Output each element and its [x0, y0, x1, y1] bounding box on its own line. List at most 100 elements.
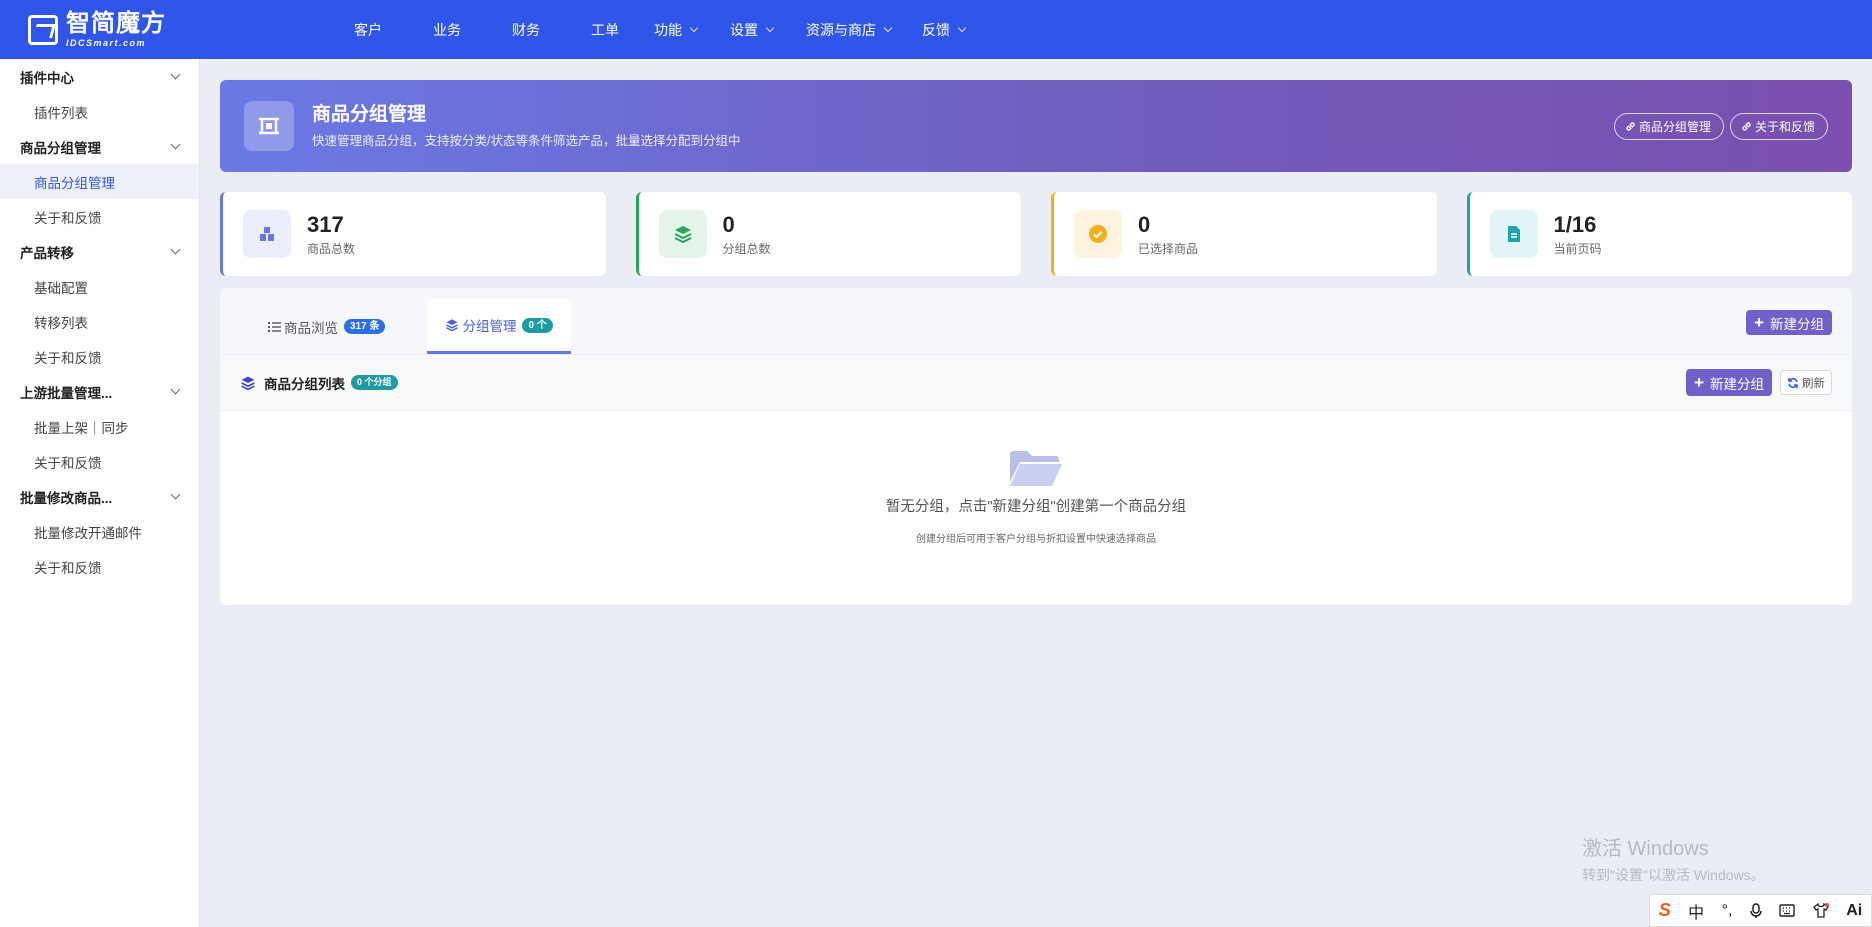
- chevron-down-icon: [170, 384, 181, 395]
- sidebar-item-basic-config[interactable]: 基础配置: [0, 269, 199, 304]
- nav-resources-store[interactable]: 资源与商店: [806, 0, 893, 59]
- nav-label: 资源与商店: [806, 21, 876, 38]
- crop-frame-icon: [244, 101, 294, 151]
- ime-language-toggle[interactable]: 中: [1688, 899, 1704, 923]
- stat-card-total-groups: 0 分组总数: [635, 192, 1021, 276]
- watermark-subtitle: 转到"设置"以激活 Windows。: [1582, 867, 1765, 883]
- nav-customers[interactable]: 客户: [354, 0, 382, 59]
- stat-card-selected-products: 0 已选择商品: [1051, 192, 1437, 276]
- tab-product-browse[interactable]: 商品浏览 317 条: [250, 299, 403, 354]
- microphone-icon[interactable]: [1750, 902, 1762, 919]
- logo-title: 智简魔方: [66, 9, 166, 37]
- sidebar-item-about-feedback[interactable]: 关于和反馈: [0, 199, 199, 234]
- empty-state: 暂无分组，点击"新建分组"创建第一个商品分组 创建分组后可用于客户分组与折扣设置…: [220, 448, 1852, 545]
- sidebar-item-label: 批量上架｜同步: [34, 420, 129, 436]
- tab-group-manage[interactable]: 分组管理 0 个: [427, 299, 571, 354]
- plus-icon: +: [1754, 313, 1764, 332]
- about-feedback-link[interactable]: 关于和反馈: [1729, 113, 1828, 140]
- layers-icon: [446, 319, 459, 332]
- sidebar-group-upstream-batch[interactable]: 上游批量管理...: [0, 374, 199, 409]
- group-count-badge: 0 个分组: [351, 375, 398, 390]
- logo-mark-icon: [28, 14, 58, 45]
- main-content: 商品分组管理 快速管理商品分组，支持按分类/状态等条件筛选产品，批量选择分配到分…: [220, 80, 1852, 605]
- logo-subtitle: IDCSmart.com: [66, 37, 147, 48]
- sidebar-item-transfer-list[interactable]: 转移列表: [0, 304, 199, 339]
- group-list-header: 商品分组列表 0 个分组 + 新建分组 刷新: [220, 355, 1852, 411]
- list-icon: [268, 321, 281, 332]
- button-label: 新建分组: [1710, 376, 1764, 392]
- product-group-manage-link[interactable]: 商品分组管理: [1613, 113, 1724, 140]
- sidebar-item-label: 基础配置: [34, 280, 88, 296]
- sidebar-group-label: 插件中心: [20, 70, 74, 86]
- chevron-down-icon: [170, 244, 181, 255]
- tab-label: 分组管理: [462, 319, 517, 334]
- nav-finance[interactable]: 财务: [512, 0, 540, 59]
- refresh-icon: [1788, 377, 1798, 388]
- nav-label: 客户: [354, 21, 382, 38]
- sidebar-item-label: 关于和反馈: [34, 210, 102, 226]
- document-icon: [1489, 210, 1538, 258]
- nav-label: 工单: [591, 21, 619, 38]
- new-group-button[interactable]: + 新建分组: [1746, 310, 1832, 335]
- sidebar-item-label: 转移列表: [34, 315, 88, 331]
- page-header-banner: 商品分组管理 快速管理商品分组，支持按分类/状态等条件筛选产品，批量选择分配到分…: [220, 80, 1852, 172]
- stat-value: 0: [722, 211, 735, 237]
- link-label: 关于和反馈: [1754, 120, 1815, 134]
- sidebar-item-product-group-manage[interactable]: 商品分组管理: [0, 164, 199, 199]
- sidebar-item-label: 关于和反馈: [34, 455, 102, 471]
- content-panel: 商品浏览 317 条 分组管理 0 个 + 新建分组 商品分组列表 0 个分组 +…: [220, 288, 1852, 605]
- refresh-button[interactable]: 刷新: [1780, 370, 1832, 395]
- stat-card-total-products: 317 商品总数: [220, 192, 606, 276]
- sidebar-item-about-feedback[interactable]: 关于和反馈: [0, 339, 199, 374]
- sidebar-group-label: 批量修改商品...: [20, 490, 113, 506]
- sidebar-item-plugin-list[interactable]: 插件列表: [0, 94, 199, 129]
- layers-icon: [658, 210, 707, 258]
- keyboard-icon[interactable]: [1779, 904, 1796, 917]
- stat-label: 已选择商品: [1138, 241, 1199, 256]
- sidebar-group-label: 上游批量管理...: [20, 385, 113, 401]
- sidebar-item-about-feedback[interactable]: 关于和反馈: [0, 444, 199, 479]
- box-icon: [243, 210, 291, 258]
- sidebar-item-batch-list-sync[interactable]: 批量上架｜同步: [0, 409, 199, 444]
- sidebar-group-label: 商品分组管理: [20, 140, 101, 156]
- logo[interactable]: 智简魔方 IDCSmart.com: [28, 0, 328, 59]
- button-label: 刷新: [1802, 377, 1825, 390]
- nav-tickets[interactable]: 工单: [591, 0, 619, 59]
- chevron-down-icon: [957, 23, 967, 32]
- sidebar-item-about-feedback[interactable]: 关于和反馈: [0, 549, 199, 584]
- sidebar-group-batch-modify[interactable]: 批量修改商品...: [0, 479, 199, 514]
- empty-hint: 创建分组后可用于客户分组与折扣设置中快速选择商品: [916, 534, 1156, 545]
- nav-settings[interactable]: 设置: [730, 0, 775, 59]
- link-icon: [1742, 122, 1751, 131]
- sidebar-group-product-groups[interactable]: 商品分组管理: [0, 129, 199, 164]
- nav-feedback[interactable]: 反馈: [922, 0, 967, 59]
- folder-open-icon: [1010, 451, 1062, 486]
- new-group-button-secondary[interactable]: + 新建分组: [1686, 369, 1772, 396]
- sidebar-item-label: 关于和反馈: [34, 350, 102, 366]
- nav-label: 功能: [654, 21, 682, 38]
- ai-assistant-icon[interactable]: Ai: [1846, 902, 1862, 920]
- chevron-down-icon: [765, 23, 775, 32]
- sidebar-group-product-transfer[interactable]: 产品转移: [0, 234, 199, 269]
- top-navbar: 智简魔方 IDCSmart.com 客户 业务 财务 工单 功能 设置 资源与商…: [0, 0, 1872, 59]
- stat-label: 当前页码: [1553, 241, 1602, 256]
- nav-functions[interactable]: 功能: [654, 0, 699, 59]
- sogou-logo-icon[interactable]: S: [1659, 900, 1671, 921]
- chevron-down-icon: [689, 23, 699, 32]
- nav-business[interactable]: 业务: [433, 0, 461, 59]
- empty-message: 暂无分组，点击"新建分组"创建第一个商品分组: [885, 499, 1187, 515]
- sidebar-group-plugin-center[interactable]: 插件中心: [0, 59, 199, 94]
- stats-row: 317 商品总数 0 分组总数 0 已选择商品 1/16 当前页码: [220, 192, 1852, 276]
- punctuation-icon[interactable]: °,: [1722, 902, 1733, 920]
- chevron-down-icon: [170, 139, 181, 150]
- watermark-title: 激活 Windows: [1582, 838, 1709, 860]
- nav-label: 业务: [433, 21, 461, 38]
- sidebar-item-label: 批量修改开通邮件: [34, 525, 142, 541]
- plus-icon: +: [1694, 373, 1704, 392]
- sidebar: 插件中心 插件列表 商品分组管理 商品分组管理 关于和反馈 产品转移 基础配置 …: [0, 59, 200, 927]
- sidebar-item-batch-modify-email[interactable]: 批量修改开通邮件: [0, 514, 199, 549]
- sidebar-item-label: 关于和反馈: [34, 560, 102, 576]
- chevron-down-icon: [883, 23, 893, 32]
- button-label: 新建分组: [1770, 316, 1824, 332]
- skin-shirt-icon[interactable]: [1812, 903, 1829, 918]
